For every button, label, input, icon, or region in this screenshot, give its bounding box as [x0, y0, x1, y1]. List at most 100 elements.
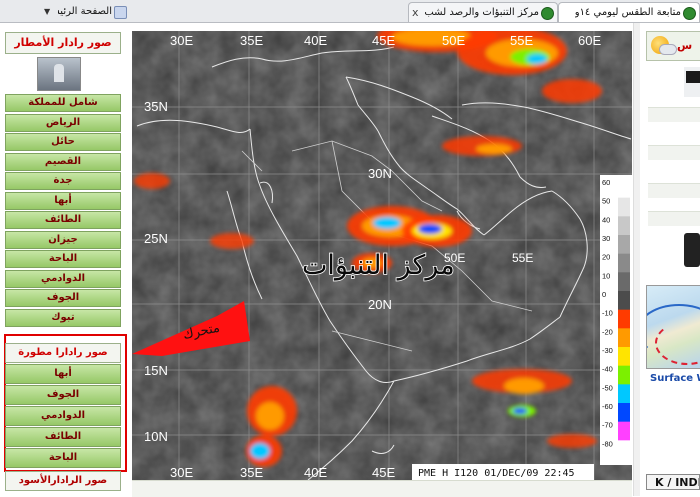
scale-swatch: [618, 365, 630, 385]
radar-city-button[interactable]: جدة: [5, 172, 121, 190]
chevron-down-icon[interactable]: ▼: [44, 2, 50, 21]
weather-link[interactable]: س: [646, 31, 700, 61]
longitude-label: 60E: [578, 33, 601, 48]
scale-tick-label: 60: [602, 178, 610, 187]
scale-tick-label: 20: [602, 253, 610, 262]
scale-tick-label: -40: [602, 365, 613, 374]
k-index-link[interactable]: K / INDE: [646, 474, 700, 490]
radar-city-button[interactable]: الطائف: [5, 211, 121, 229]
weather-label: س: [677, 39, 693, 52]
scale-swatch: [618, 272, 630, 292]
latitude-label: 25N: [144, 231, 168, 246]
latitude-label: 30N: [368, 166, 392, 181]
tab-weather-followup[interactable]: متابعة الطقس ليومي ١٤و١٥ ١٢/...: [558, 2, 700, 22]
black-radar-title[interactable]: صور الرادارالأسود: [5, 471, 121, 491]
surface-map-thumbnail[interactable]: [646, 285, 700, 369]
radar-city-button[interactable]: حائل: [5, 133, 121, 151]
satellite-map-svg: 30E 35E 40E 45E 50E 55E 60E 50E 55E 30E 35E 40E 45…: [132, 31, 632, 480]
browser-tab-bar: متابعة الطقس ليومي ١٤و١٥ ١٢/... مركز الت…: [0, 0, 700, 23]
mobile-radar-button[interactable]: الجوف: [5, 385, 121, 405]
tab-forecast-center[interactable]: مركز التنبؤات والرصد لشب... x: [408, 2, 558, 22]
radar-city-button[interactable]: الدوادمي: [5, 269, 121, 288]
latitude-label: 20N: [368, 297, 392, 312]
scale-swatch: [618, 216, 630, 236]
home-page-icon: [114, 6, 127, 19]
scale-tick-label: -50: [602, 383, 613, 392]
tab-label: متابعة الطقس ليومي ١٤و١٥ ١٢/...: [575, 7, 681, 18]
mobile-radar-button[interactable]: أبها: [5, 364, 121, 384]
scale-swatch: [618, 197, 630, 217]
mobile-radar-button[interactable]: الطائف: [5, 427, 121, 447]
temperature-color-scale: 60 50 40 30 20 10 0 -10 -20 -30 -40 -50 -60 -70 -80: [600, 175, 632, 465]
scale-swatch: [618, 253, 630, 273]
radar-tower-icon: [37, 57, 81, 91]
cloud-icon: [659, 44, 677, 55]
radar-city-button[interactable]: شامل للمملكة: [5, 94, 121, 112]
radar-city-button[interactable]: جيزان: [5, 230, 121, 249]
latitude-label: 35N: [144, 99, 168, 114]
vertical-scrollbar[interactable]: [633, 23, 640, 496]
sidebar-row: [648, 183, 700, 198]
scale-tick-label: 40: [602, 215, 610, 224]
longitude-label: 30E: [170, 33, 193, 48]
right-sidebar: س Surface W K / INDE: [640, 23, 700, 496]
mobile-radar-title[interactable]: صور رادارا مطورة: [5, 343, 121, 363]
scale-swatch: [618, 328, 630, 348]
longitude-label: 55E: [512, 251, 533, 265]
radar-menu: صور رادار الأمطار شامل للمملكة الرياض حائل…: [0, 23, 132, 496]
radar-city-button[interactable]: أبها: [5, 191, 121, 210]
longitude-label: 45E: [372, 33, 395, 48]
longitude-label: 40E: [304, 33, 327, 48]
scale-tick-label: -10: [602, 309, 613, 318]
scale-tick-label: 50: [602, 197, 610, 206]
latitude-label: 10N: [144, 429, 168, 444]
scale-swatch: [618, 291, 630, 311]
radar-city-button[interactable]: الرياض: [5, 113, 121, 132]
longitude-label: 35E: [240, 465, 263, 480]
scale-tick-label: -80: [602, 439, 613, 448]
tab-label: مركز التنبؤات والرصد لشب...: [425, 7, 539, 18]
latitude-label: 15N: [144, 363, 168, 378]
surface-map-label[interactable]: Surface W: [650, 373, 700, 384]
scale-swatch: [618, 384, 630, 404]
radar-city-button[interactable]: الباحة: [5, 250, 121, 268]
sidebar-row: [648, 107, 700, 122]
rain-radar-title[interactable]: صور رادار الأمطار: [5, 32, 121, 54]
scale-tick-label: -20: [602, 327, 613, 336]
mobile-radar-button[interactable]: الباحة: [5, 448, 121, 468]
radar-city-button[interactable]: القصيم: [5, 152, 121, 171]
scale-swatch: [618, 403, 630, 423]
satellite-image: 30E 35E 40E 45E 50E 55E 60E 50E 55E 30E 35E 40E 45…: [132, 31, 632, 480]
scale-tick-label: 0: [602, 290, 606, 299]
longitude-label: 55E: [510, 33, 533, 48]
close-tab-icon[interactable]: x: [412, 3, 419, 22]
logo-icon: [686, 71, 700, 83]
scale-swatch: [618, 179, 630, 199]
scale-swatch: [618, 347, 630, 367]
scale-tick-label: -30: [602, 346, 613, 355]
watermark-text: مركز التنبؤات: [302, 250, 455, 281]
mobile-radar-button[interactable]: الدوادمي: [5, 406, 121, 426]
tab-home[interactable]: الصفحة الرئيسية ▼: [0, 2, 130, 21]
scale-swatch: [618, 440, 630, 460]
scale-tick-label: -60: [602, 402, 613, 411]
scale-swatch: [618, 235, 630, 255]
sidebar-row: [648, 145, 700, 160]
radar-city-button[interactable]: الجوف: [5, 289, 121, 307]
scale-tick-label: 10: [602, 271, 610, 280]
site-favicon-icon: [541, 7, 554, 20]
site-favicon-icon: [683, 7, 696, 20]
scale-tick-label: -70: [602, 421, 613, 430]
longitude-label: 40E: [304, 465, 327, 480]
scale-swatch: [618, 421, 630, 441]
scale-swatch: [618, 309, 630, 329]
longitude-label: 35E: [240, 33, 263, 48]
longitude-label: 30E: [170, 465, 193, 480]
radar-city-button[interactable]: تبوك: [5, 308, 121, 327]
calligraphy-logo-icon: [684, 233, 700, 267]
sidebar-row: [648, 211, 700, 226]
longitude-label: 45E: [372, 465, 395, 480]
longitude-label: 50E: [442, 33, 465, 48]
bottom-strip: [132, 480, 632, 497]
scale-tick-label: 30: [602, 234, 610, 243]
